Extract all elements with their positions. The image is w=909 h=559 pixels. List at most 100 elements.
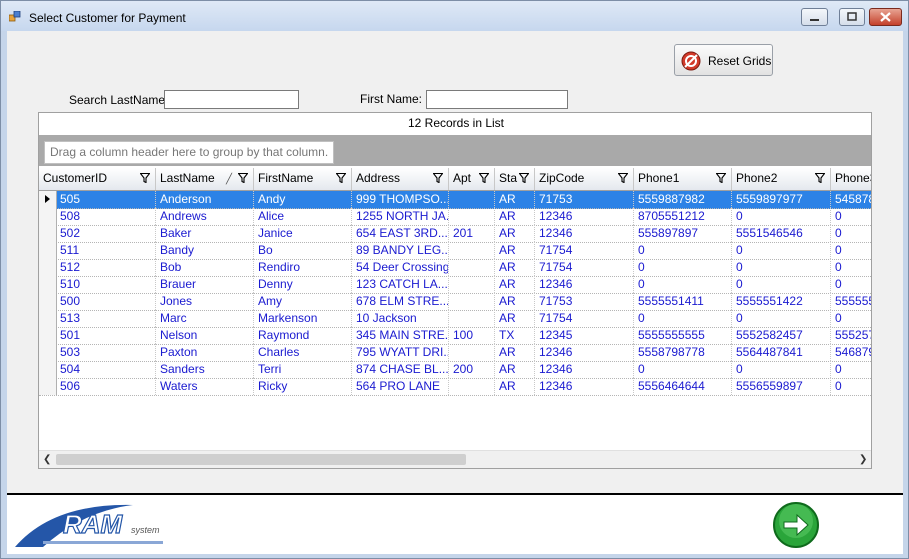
filter-icon[interactable] bbox=[140, 173, 150, 183]
cell-customerid[interactable]: 503 bbox=[56, 344, 156, 361]
table-row[interactable]: 502 Baker Janice 654 EAST 3RD... 201 AR 12346 5… bbox=[39, 225, 871, 243]
cell-zipcode[interactable]: 12346 bbox=[535, 361, 634, 378]
cell-sta[interactable]: AR bbox=[495, 259, 535, 276]
cell-phone3[interactable]: 555257 bbox=[831, 327, 871, 344]
cell-phone3[interactable]: 0 bbox=[831, 208, 871, 225]
cell-address[interactable]: 54 Deer Crossing bbox=[352, 259, 449, 276]
cell-firstname[interactable]: Alice bbox=[254, 208, 352, 225]
cell-firstname[interactable]: Rendiro bbox=[254, 259, 352, 276]
cell-address[interactable]: 654 EAST 3RD... bbox=[352, 225, 449, 242]
cell-sta[interactable]: AR bbox=[495, 361, 535, 378]
cell-phone1[interactable]: 5555555555 bbox=[634, 327, 732, 344]
cell-sta[interactable]: AR bbox=[495, 242, 535, 259]
cell-firstname[interactable]: Janice bbox=[254, 225, 352, 242]
cell-apt[interactable]: 200 bbox=[449, 361, 495, 378]
cell-sta[interactable]: AR bbox=[495, 293, 535, 310]
cell-phone3[interactable]: 0 bbox=[831, 378, 871, 395]
filter-icon[interactable] bbox=[716, 173, 726, 183]
column-header-lastname[interactable]: LastName ╱ bbox=[156, 168, 254, 190]
cell-firstname[interactable]: Raymond bbox=[254, 327, 352, 344]
cell-phone2[interactable]: 0 bbox=[732, 310, 831, 327]
cell-firstname[interactable]: Bo bbox=[254, 242, 352, 259]
table-row[interactable]: 500 Jones Amy 678 ELM STRE... AR 71753 5555551… bbox=[39, 293, 871, 311]
cell-sta[interactable]: AR bbox=[495, 378, 535, 395]
column-header-phone1[interactable]: Phone1 bbox=[634, 168, 732, 190]
cell-lastname[interactable]: Bob bbox=[156, 259, 254, 276]
cell-phone2[interactable]: 5551546546 bbox=[732, 225, 831, 242]
cell-customerid[interactable]: 500 bbox=[56, 293, 156, 310]
column-header-sta[interactable]: Sta bbox=[495, 168, 535, 190]
cell-firstname[interactable]: Denny bbox=[254, 276, 352, 293]
column-header-address[interactable]: Address bbox=[352, 168, 449, 190]
cell-customerid[interactable]: 512 bbox=[56, 259, 156, 276]
cell-phone3[interactable]: 0 bbox=[831, 310, 871, 327]
cell-phone3[interactable]: 0 bbox=[831, 361, 871, 378]
cell-phone1[interactable]: 5559887982 bbox=[634, 191, 732, 208]
cell-customerid[interactable]: 511 bbox=[56, 242, 156, 259]
cell-phone3[interactable]: 0 bbox=[831, 276, 871, 293]
cell-lastname[interactable]: Waters bbox=[156, 378, 254, 395]
row-indicator[interactable] bbox=[39, 344, 57, 361]
cell-phone2[interactable]: 0 bbox=[732, 259, 831, 276]
filter-icon[interactable] bbox=[519, 173, 529, 183]
scroll-left-icon[interactable]: ❮ bbox=[43, 454, 51, 465]
cell-zipcode[interactable]: 12346 bbox=[535, 208, 634, 225]
cell-firstname[interactable]: Charles bbox=[254, 344, 352, 361]
table-row[interactable]: 513 Marc Markenson 10 Jackson AR 71754 0 0 0 bbox=[39, 310, 871, 328]
cell-phone2[interactable]: 0 bbox=[732, 276, 831, 293]
first-name-input[interactable] bbox=[426, 90, 568, 109]
scroll-right-icon[interactable]: ❯ bbox=[859, 454, 867, 465]
cell-phone3[interactable]: 546879 bbox=[831, 344, 871, 361]
cell-firstname[interactable]: Terri bbox=[254, 361, 352, 378]
cell-customerid[interactable]: 513 bbox=[56, 310, 156, 327]
column-header-phone3[interactable]: Phone3 bbox=[831, 168, 871, 190]
cell-sta[interactable]: AR bbox=[495, 344, 535, 361]
cell-phone1[interactable]: 5556464644 bbox=[634, 378, 732, 395]
row-indicator[interactable] bbox=[39, 293, 57, 310]
cell-customerid[interactable]: 505 bbox=[56, 191, 156, 208]
filter-icon[interactable] bbox=[433, 173, 443, 183]
cell-apt[interactable] bbox=[449, 293, 495, 310]
cell-zipcode[interactable]: 12346 bbox=[535, 378, 634, 395]
reset-grids-button[interactable]: Reset Grids bbox=[674, 44, 773, 76]
cell-apt[interactable] bbox=[449, 378, 495, 395]
table-row[interactable]: 511 Bandy Bo 89 BANDY LEG... AR 71754 0 0 0 bbox=[39, 242, 871, 260]
cell-zipcode[interactable]: 12346 bbox=[535, 225, 634, 242]
filter-icon[interactable] bbox=[336, 173, 346, 183]
cell-sta[interactable]: AR bbox=[495, 225, 535, 242]
column-header-customerid[interactable]: CustomerID bbox=[39, 168, 156, 190]
filter-icon[interactable] bbox=[479, 173, 489, 183]
cell-phone2[interactable]: 5564487841 bbox=[732, 344, 831, 361]
cell-address[interactable]: 564 PRO LANE bbox=[352, 378, 449, 395]
cell-phone2[interactable]: 5552582457 bbox=[732, 327, 831, 344]
cell-lastname[interactable]: Baker bbox=[156, 225, 254, 242]
cell-apt[interactable] bbox=[449, 310, 495, 327]
cell-zipcode[interactable]: 71753 bbox=[535, 191, 634, 208]
cell-address[interactable]: 345 MAIN STRE... bbox=[352, 327, 449, 344]
table-row[interactable]: 506 Waters Ricky 564 PRO LANE AR 12346 5556464… bbox=[39, 378, 871, 396]
cell-lastname[interactable]: Bandy bbox=[156, 242, 254, 259]
cell-sta[interactable]: AR bbox=[495, 310, 535, 327]
cell-phone3[interactable]: 555555 bbox=[831, 293, 871, 310]
cell-phone2[interactable]: 0 bbox=[732, 361, 831, 378]
cell-address[interactable]: 874 CHASE BL... bbox=[352, 361, 449, 378]
row-indicator[interactable] bbox=[39, 361, 57, 378]
cell-customerid[interactable]: 501 bbox=[56, 327, 156, 344]
minimize-button[interactable] bbox=[801, 8, 828, 26]
row-indicator[interactable] bbox=[39, 191, 57, 208]
cell-phone3[interactable]: 0 bbox=[831, 259, 871, 276]
search-lastname-input[interactable] bbox=[164, 90, 299, 109]
cell-address[interactable]: 10 Jackson bbox=[352, 310, 449, 327]
cell-address[interactable]: 123 CATCH LA... bbox=[352, 276, 449, 293]
column-header-zipcode[interactable]: ZipCode bbox=[535, 168, 634, 190]
cell-apt[interactable]: 100 bbox=[449, 327, 495, 344]
column-header-apt[interactable]: Apt bbox=[449, 168, 495, 190]
row-indicator[interactable] bbox=[39, 310, 57, 327]
group-by-panel[interactable]: Drag a column header here to group by th… bbox=[39, 135, 871, 166]
cell-zipcode[interactable]: 12346 bbox=[535, 344, 634, 361]
table-row[interactable]: 510 Brauer Denny 123 CATCH LA... AR 12346 0 0 0 bbox=[39, 276, 871, 294]
cell-phone1[interactable]: 5558798778 bbox=[634, 344, 732, 361]
cell-customerid[interactable]: 506 bbox=[56, 378, 156, 395]
customer-grid[interactable]: 12 Records in List Drag a column header … bbox=[38, 112, 872, 469]
column-header-firstname[interactable]: FirstName bbox=[254, 168, 352, 190]
